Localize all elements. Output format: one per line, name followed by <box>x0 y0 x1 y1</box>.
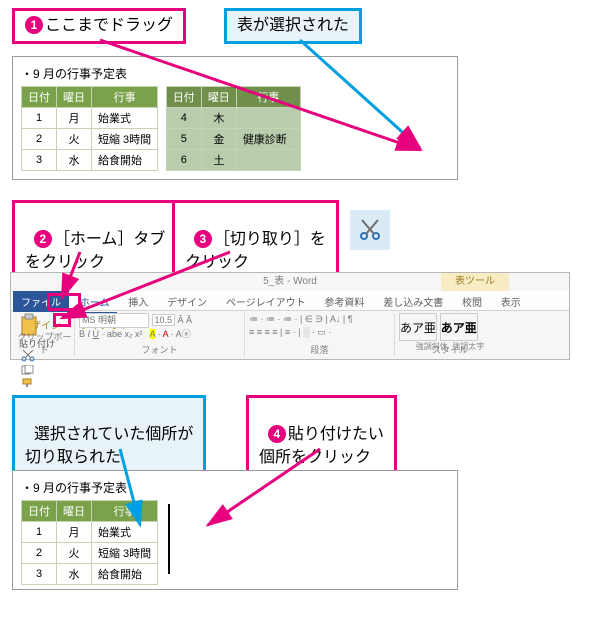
ribbon-tabs: ファイル ホーム 挿入 デザイン ページレイアウト 参考資料 差し込み文書 校閲… <box>11 291 569 311</box>
cell-day: 月 <box>57 522 92 543</box>
step-badge-2: 2 <box>34 230 52 248</box>
cell-event <box>236 108 300 129</box>
cell-event <box>236 150 300 171</box>
cell-day: 月 <box>57 108 92 129</box>
group-font: MS 明朝 10.5 Â Ǎ B I U · abe x₂ x² A · A… <box>75 313 245 357</box>
group-clipboard: 貼り付け クリップボード <box>15 313 75 357</box>
cell-day: 火 <box>57 543 92 564</box>
th-date: 日付 <box>22 501 57 522</box>
table-row: 6土 <box>166 150 300 171</box>
cell-date: 5 <box>166 129 201 150</box>
th-day: 曜日 <box>57 87 92 108</box>
cell-event: 給食開始 <box>92 150 158 171</box>
cell-day: 火 <box>57 129 92 150</box>
tab-design[interactable]: デザイン <box>159 291 215 312</box>
callout-3: 3［切り取り］を クリック <box>172 200 339 281</box>
tab-home[interactable]: ホーム <box>72 291 118 314</box>
cell-event: 健康診断 <box>236 129 300 150</box>
cell-date: 2 <box>22 543 57 564</box>
th-day: 曜日 <box>201 87 236 108</box>
th-event: 行事 <box>92 87 158 108</box>
cell-day: 水 <box>57 150 92 171</box>
cell-date: 3 <box>22 564 57 585</box>
style-item-2[interactable]: あア亜 <box>440 313 478 341</box>
cell-date: 2 <box>22 129 57 150</box>
file-tab[interactable]: ファイル <box>13 291 69 312</box>
clipboard-mini <box>21 350 35 391</box>
cell-event: 始業式 <box>92 522 158 543</box>
doc-title: ・9 月の行事予定表 <box>21 65 449 82</box>
cell-day: 水 <box>57 564 92 585</box>
tab-review[interactable]: 校閲 <box>454 291 490 312</box>
cell-date: 1 <box>22 522 57 543</box>
table-row: 2火短縮 3時間 <box>22 129 158 150</box>
copy-button[interactable] <box>21 365 35 375</box>
th-event: 行事 <box>236 87 300 108</box>
schedule-table-right-selected[interactable]: 日付 曜日 行事 4木 5金健康診断 6土 <box>166 86 301 171</box>
callout-1: 1ここまでドラッグ <box>12 8 186 44</box>
callout-1-text: ここまでドラッグ <box>45 17 173 34</box>
format-painter-button[interactable] <box>21 378 35 388</box>
doc-title-2: ・9 月の行事予定表 <box>21 479 449 496</box>
cell-event: 短縮 3時間 <box>92 543 158 564</box>
note-cut: 選択されていた個所が 切り取られた <box>12 395 206 476</box>
th-day: 曜日 <box>57 501 92 522</box>
step-badge-4: 4 <box>268 425 286 443</box>
note-selected: 表が選択された <box>224 8 362 44</box>
font-name-combo[interactable]: MS 明朝 <box>79 313 149 328</box>
schedule-table-after: 日付 曜日 行事 1月始業式 2火短縮 3時間 3水給食開始 <box>21 500 158 585</box>
table-row: 3水給食開始 <box>22 564 158 585</box>
cell-event: 短縮 3時間 <box>92 129 158 150</box>
cell-date: 6 <box>166 150 201 171</box>
group-label-font: フォント <box>75 343 244 356</box>
step-badge-1: 1 <box>25 16 43 34</box>
document-panel-after: ・9 月の行事予定表 日付 曜日 行事 1月始業式 2火短縮 3時間 3水給食開… <box>12 470 458 590</box>
th-event: 行事 <box>92 501 158 522</box>
step-badge-3: 3 <box>194 230 212 248</box>
cell-day: 木 <box>201 108 236 129</box>
cell-event: 始業式 <box>92 108 158 129</box>
scissors-zoom-icon <box>350 210 390 250</box>
tab-insert[interactable]: 挿入 <box>120 291 156 312</box>
group-label-paragraph: 段落 <box>245 343 394 356</box>
callout-4: 4貼り付けたい 個所をクリック <box>246 395 397 476</box>
cell-date: 1 <box>22 108 57 129</box>
font-size-combo[interactable]: 10.5 <box>152 314 176 326</box>
th-date: 日付 <box>22 87 57 108</box>
contextual-tab-label: 表ツール <box>441 273 509 291</box>
document-panel-before: ・9 月の行事予定表 日付 曜日 行事 1月始業式 2火短縮 3時間 3水給食開… <box>12 56 458 180</box>
tab-references[interactable]: 参考資料 <box>316 291 372 312</box>
cell-day: 金 <box>201 129 236 150</box>
titlebar: 5_表 - Word 表ツール <box>11 273 569 291</box>
word-ribbon: 5_表 - Word 表ツール ファイル ホーム 挿入 デザイン ページレイアウ… <box>10 272 570 360</box>
note-cut-text: 選択されていた個所が 切り取られた <box>25 426 193 465</box>
note-selected-text: 表が選択された <box>237 17 349 34</box>
style-item-1[interactable]: あア亜 <box>399 313 437 341</box>
cell-date: 4 <box>166 108 201 129</box>
group-styles: あア亜 あア亜 強調斜体 強調太字 スタイル <box>395 313 505 357</box>
cell-day: 土 <box>201 150 236 171</box>
tab-view[interactable]: 表示 <box>493 291 529 312</box>
tab-mailings[interactable]: 差し込み文書 <box>375 291 451 312</box>
table-row: 5金健康診断 <box>166 129 300 150</box>
insertion-cursor[interactable] <box>168 504 170 574</box>
table-row: 1月始業式 <box>22 522 158 543</box>
scissors-icon <box>358 218 382 242</box>
table-row: 4木 <box>166 108 300 129</box>
window-title: 5_表 - Word <box>263 276 317 287</box>
table-row: 2火短縮 3時間 <box>22 543 158 564</box>
ribbon-body: 貼り付け クリップボード MS 明朝 10.5 Â Ǎ B I U · ab… <box>11 311 569 359</box>
group-label-styles: スタイル <box>395 343 505 356</box>
th-date: 日付 <box>166 87 201 108</box>
tab-pagelayout[interactable]: ページレイアウト <box>218 291 314 312</box>
cell-date: 3 <box>22 150 57 171</box>
group-paragraph: ≔ · ≔ · ≔ · | ∈ ∋ | A↓ | ¶≡ ≡ ≡ ≡ | ≡ · … <box>245 313 395 357</box>
group-label-clipboard: クリップボード <box>15 330 74 356</box>
schedule-table-left: 日付 曜日 行事 1月始業式 2火短縮 3時間 3水給食開始 <box>21 86 158 171</box>
table-row: 3水給食開始 <box>22 150 158 171</box>
cell-event: 給食開始 <box>92 564 158 585</box>
table-row: 1月始業式 <box>22 108 158 129</box>
callout-2: 2［ホーム］タブ をクリック <box>12 200 178 281</box>
